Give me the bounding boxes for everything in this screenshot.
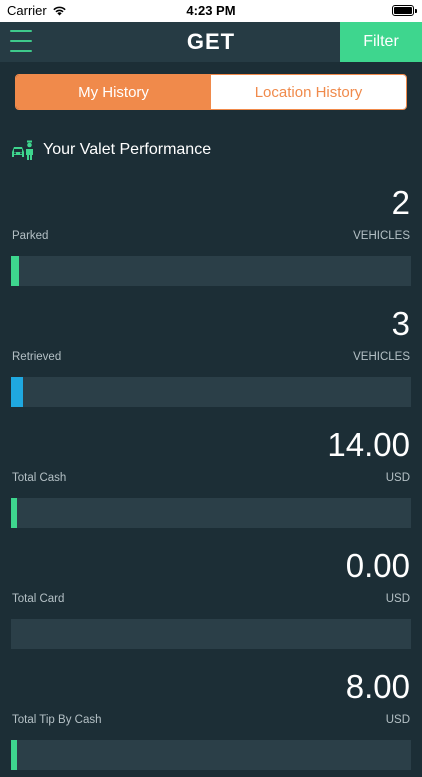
metric-label: Total Tip By Cash (12, 714, 102, 726)
metric-unit: VEHICLES (353, 230, 410, 242)
metric-unit: USD (385, 714, 410, 726)
metric-unit: USD (385, 593, 410, 605)
progress-fill (11, 498, 17, 528)
progress-fill (11, 740, 17, 770)
metric-unit: VEHICLES (353, 351, 410, 363)
metric-label: Total Cash (12, 472, 67, 484)
svg-text:GET: GET (187, 30, 235, 52)
progress-track (11, 498, 411, 528)
valet-icon (12, 140, 33, 160)
tab-location-history[interactable]: Location History (211, 75, 406, 109)
get-logo: GET (187, 30, 235, 52)
history-tabs: My History Location History (15, 74, 407, 110)
status-bar: Carrier 4:23 PM (0, 0, 422, 22)
metric-retrieved: 3 Retrieved VEHICLES (0, 304, 422, 414)
progress-track (11, 740, 411, 770)
metric-label: Total Card (12, 593, 65, 605)
tab-my-history[interactable]: My History (16, 75, 211, 109)
metric-unit: USD (385, 472, 410, 484)
metric-label: Parked (12, 230, 49, 242)
progress-fill (11, 377, 23, 407)
clock: 4:23 PM (186, 3, 236, 18)
section-title: Your Valet Performance (43, 141, 212, 158)
battery-icon (392, 5, 417, 16)
progress-track (11, 377, 411, 407)
metric-value: 14.00 (327, 426, 410, 463)
metric-parked: 2 Parked VEHICLES (0, 183, 422, 293)
hamburger-menu-icon[interactable] (10, 30, 32, 52)
metric-total-tip-by-cash: 8.00 Total Tip By Cash USD (0, 667, 422, 777)
metric-value: 3 (391, 305, 410, 342)
progress-track (11, 256, 411, 286)
metric-value: 8.00 (345, 668, 410, 705)
section-header: Your Valet Performance (11, 138, 211, 162)
metric-value: 0.00 (345, 547, 410, 584)
filter-button[interactable]: Filter (340, 22, 422, 62)
metric-total-cash: 14.00 Total Cash USD (0, 425, 422, 535)
metric-total-card: 0.00 Total Card USD (0, 546, 422, 656)
metric-value: 2 (391, 184, 410, 221)
progress-track (11, 619, 411, 649)
metric-label: Retrieved (12, 351, 62, 363)
nav-bar: GET Filter (0, 22, 422, 62)
progress-fill (11, 256, 19, 286)
